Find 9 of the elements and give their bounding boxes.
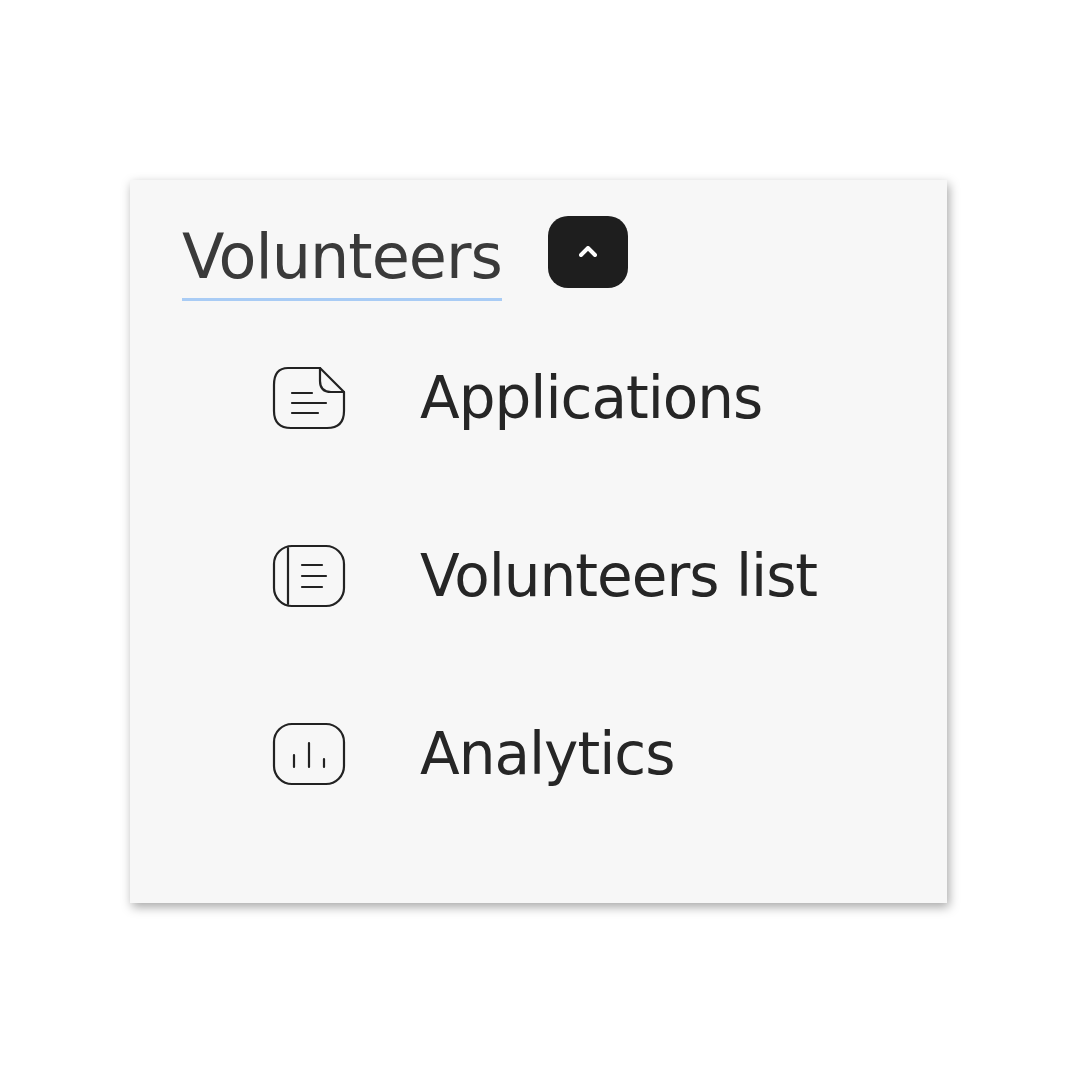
list-icon	[270, 543, 348, 610]
menu-item[interactable]: Analytics	[420, 720, 675, 789]
menu-item[interactable]: Applications	[420, 364, 763, 433]
menu-item[interactable]: Volunteers list	[420, 542, 818, 611]
document-icon	[270, 365, 348, 432]
collapse-button[interactable]	[547, 215, 628, 288]
bar-chart-icon	[270, 721, 348, 788]
chevron-icon	[578, 246, 597, 258]
section-title[interactable]: Volunteers	[182, 220, 502, 302]
